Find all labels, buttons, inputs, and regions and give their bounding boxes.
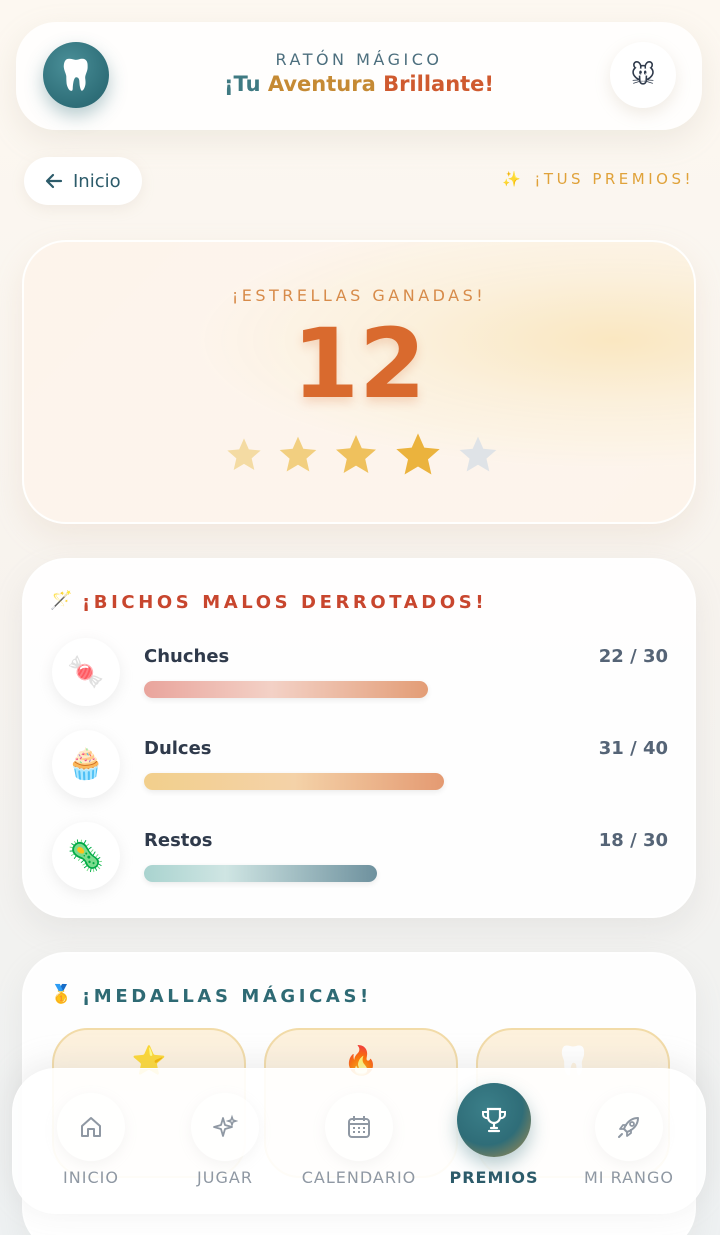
star-rating [224, 430, 504, 480]
tagline-part-3: Brillante! [383, 72, 494, 96]
calendar-icon [325, 1093, 393, 1161]
bug-progress-fill [144, 773, 445, 790]
tagline-part-1: ¡Tu [223, 72, 268, 96]
bugs-title: ¡BICHOS MALOS DERROTADOS! [82, 592, 488, 613]
rocket-icon [595, 1093, 663, 1161]
back-button[interactable]: Inicio [24, 157, 142, 205]
app-header: 🦷 RATÓN MÁGICO ¡Tu Aventura Brillante! 🐭 [16, 22, 702, 130]
nav-item-inicio[interactable]: INICIO [21, 1069, 161, 1215]
filled-star-icon [227, 438, 261, 470]
magic-wand-icon: 🪄 [50, 590, 73, 611]
stars-count: 12 [292, 308, 426, 420]
bug-count: 22 / 30 [598, 646, 668, 667]
filled-star-icon [279, 436, 317, 472]
stars-caption: ¡ESTRELLAS GANADAS! [231, 286, 487, 305]
bug-count: 31 / 40 [598, 738, 668, 759]
nav-item-jugar[interactable]: JUGAR [155, 1069, 295, 1215]
medals-title: ¡MEDALLAS MÁGICAS! [82, 986, 372, 1007]
nav-item-premios[interactable]: PREMIOS [424, 1069, 564, 1215]
sparkles-icon: ✨ [502, 170, 525, 188]
bottom-navigation: INICIO JUGAR CALENDARIO PREMIOS MI RANGO [12, 1068, 706, 1214]
medal-icon: 🥇 [50, 984, 73, 1005]
nav-label: CALENDARIO [301, 1168, 417, 1187]
germ-icon: 🦠 [52, 822, 120, 890]
nav-label: INICIO [63, 1168, 119, 1187]
bug-progress-fill [144, 681, 429, 698]
empty-star-icon [459, 436, 497, 472]
bugs-defeated-card: 🪄 ¡BICHOS MALOS DERROTADOS! 🍬 Chuches 22… [22, 558, 696, 918]
bug-name: Dulces [144, 738, 212, 759]
nav-label: JUGAR [197, 1168, 253, 1187]
nav-item-calendario[interactable]: CALENDARIO [289, 1069, 429, 1215]
sparkles-icon [191, 1093, 259, 1161]
bug-row-chuches: 🍬 Chuches 22 / 30 [24, 638, 694, 718]
home-icon [57, 1093, 125, 1161]
nav-label: MI RANGO [584, 1168, 674, 1187]
filled-star-icon [396, 433, 440, 475]
section-title: ✨ ¡TUS PREMIOS! [502, 170, 694, 188]
bug-progress-track [144, 865, 670, 882]
bug-progress-fill [144, 865, 378, 882]
bug-name: Restos [144, 830, 213, 851]
app-tagline: ¡Tu Aventura Brillante! [16, 72, 702, 96]
section-title-text: ¡TUS PREMIOS! [534, 170, 694, 188]
filled-star-icon [336, 435, 376, 473]
back-button-label: Inicio [73, 170, 121, 192]
bug-progress-track [144, 681, 670, 698]
tagline-part-2: Aventura [267, 72, 384, 96]
nav-label: PREMIOS [449, 1168, 539, 1187]
bug-row-restos: 🦠 Restos 18 / 30 [24, 822, 694, 902]
nav-item-mi-rango[interactable]: MI RANGO [559, 1069, 699, 1215]
stars-card: ¡ESTRELLAS GANADAS! 12 [22, 240, 696, 524]
app-name: RATÓN MÁGICO [275, 50, 443, 69]
profile-avatar-button[interactable]: 🐭 [610, 42, 676, 108]
bug-progress-track [144, 773, 670, 790]
bug-name: Chuches [144, 646, 230, 667]
bug-count: 18 / 30 [598, 830, 668, 851]
cupcake-icon: 🧁 [52, 730, 120, 798]
candy-icon: 🍬 [52, 638, 120, 706]
arrow-left-icon [45, 173, 63, 189]
bug-row-dulces: 🧁 Dulces 31 / 40 [24, 730, 694, 810]
mouse-icon: 🐭 [630, 61, 656, 89]
trophy-icon [457, 1083, 531, 1157]
